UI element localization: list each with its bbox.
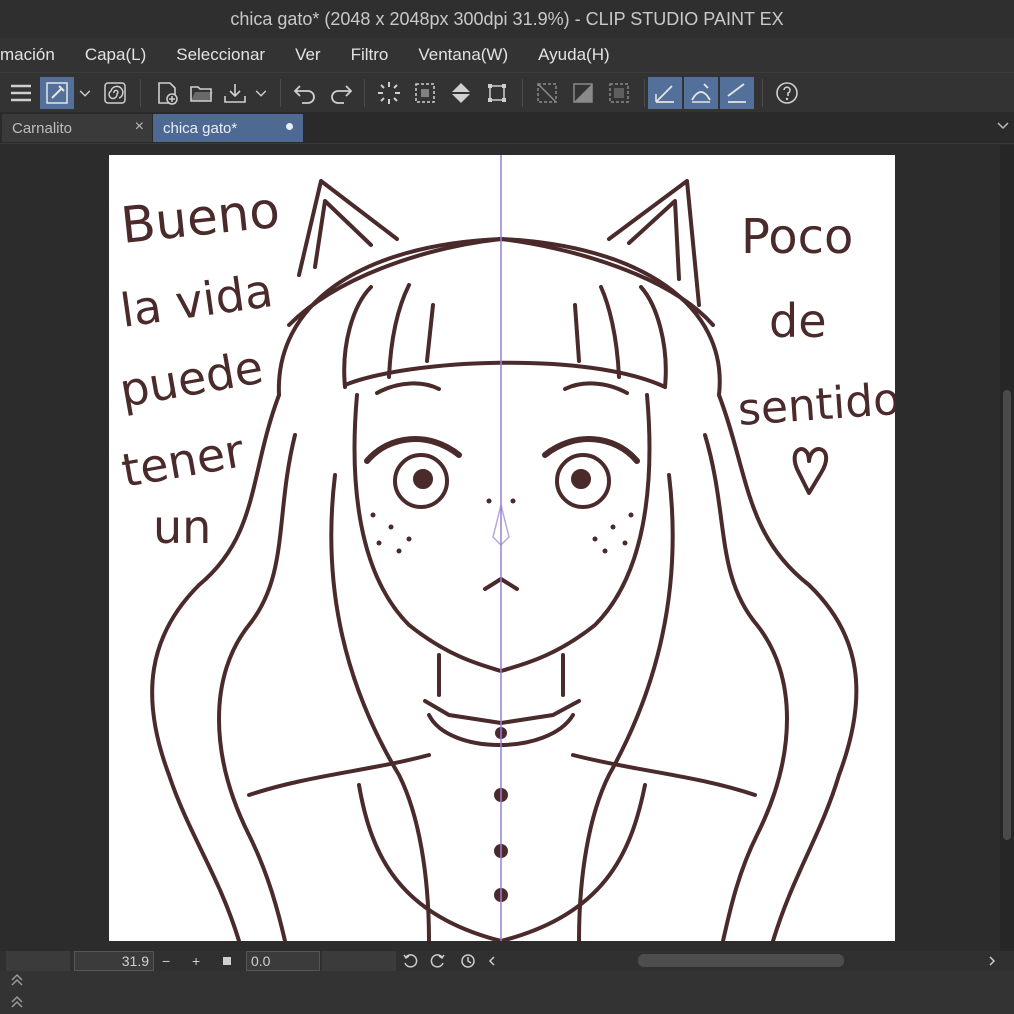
canvas-workspace[interactable]: Bueno la vida puede tener un Poco de sen… [0, 145, 1000, 951]
double-chevron-up-icon[interactable] [10, 995, 24, 1012]
undo-icon[interactable] [288, 77, 322, 109]
rotation-slider[interactable] [322, 951, 396, 971]
zoom-slider[interactable] [6, 951, 70, 971]
menu-item-ver[interactable]: Ver [295, 45, 321, 65]
menu-bar: mación Capa(L) Seleccionar Ver Filtro Ve… [0, 38, 1014, 72]
menu-item-filtro[interactable]: Filtro [351, 45, 389, 65]
spiral-icon[interactable] [98, 77, 132, 109]
selection-border-icon[interactable] [602, 77, 636, 109]
snap-ruler-icon[interactable] [648, 77, 682, 109]
snap-grid-icon[interactable] [720, 77, 754, 109]
help-icon[interactable] [770, 77, 804, 109]
zoom-value: 31.9 [121, 953, 149, 969]
snap-special-ruler-icon[interactable] [684, 77, 718, 109]
handwritten-text: tener [118, 423, 248, 498]
reset-rotation-icon[interactable] [460, 951, 476, 971]
handwritten-text: Poco [741, 209, 853, 265]
handwritten-text: de [769, 294, 827, 348]
rotate-right-icon[interactable] [430, 951, 446, 971]
horizontal-scrollbar-thumb[interactable] [638, 954, 844, 967]
heart-doodle [792, 447, 829, 495]
zoom-out-button[interactable]: − [162, 951, 170, 971]
transform-icon[interactable] [480, 77, 514, 109]
document-tab-bar: Carnalito × chica gato* [0, 112, 1014, 144]
tab-label: chica gato* [163, 119, 238, 137]
sketch-artwork: Bueno la vida puede tener un Poco de sen… [116, 155, 895, 941]
drawing-canvas[interactable]: Bueno la vida puede tener un Poco de sen… [109, 155, 895, 941]
chevron-down-icon[interactable] [76, 77, 94, 109]
handwritten-text: puede [116, 340, 267, 418]
vertical-scrollbar[interactable] [1000, 145, 1014, 951]
menu-item-seleccionar[interactable]: Seleccionar [176, 45, 265, 65]
scroll-left-icon[interactable] [486, 951, 498, 971]
zoom-in-button[interactable]: + [192, 951, 200, 971]
unsaved-dot-icon [286, 123, 293, 130]
chevron-down-icon[interactable] [252, 77, 270, 109]
redo-icon[interactable] [324, 77, 358, 109]
clear-selection-icon[interactable] [530, 77, 564, 109]
export-icon[interactable] [218, 77, 252, 109]
open-folder-icon[interactable] [184, 77, 218, 109]
bottom-panel-bar [0, 971, 1014, 1014]
pen-tool-icon[interactable] [40, 77, 74, 109]
new-file-icon[interactable] [150, 77, 184, 109]
menu-item-ventana[interactable]: Ventana(W) [418, 45, 508, 65]
window-title-bar: chica gato* (2048 x 2048px 300dpi 31.9%)… [0, 0, 1014, 38]
rotation-field[interactable]: 0.0 [246, 951, 320, 971]
status-bar: 31.9 − + 0.0 [0, 951, 1014, 971]
window-title: chica gato* (2048 x 2048px 300dpi 31.9%)… [230, 8, 784, 29]
handwritten-text: sentido [736, 374, 895, 436]
rotate-left-icon[interactable] [402, 951, 418, 971]
double-chevron-up-icon[interactable] [10, 973, 24, 990]
menu-item-ayuda[interactable]: Ayuda(H) [538, 45, 610, 65]
menu-item-capa[interactable]: Capa(L) [85, 45, 146, 65]
loading-sun-icon[interactable] [372, 77, 406, 109]
scrollbar-thumb[interactable] [1003, 390, 1011, 840]
fill-bucket-icon[interactable] [444, 77, 478, 109]
handwritten-text: un [153, 500, 211, 554]
close-icon[interactable]: × [135, 118, 144, 136]
chevron-down-icon[interactable] [996, 118, 1010, 137]
tab-label: Carnalito [12, 119, 73, 137]
scroll-right-icon[interactable] [986, 951, 998, 971]
tab-chica-gato[interactable]: chica gato* [153, 114, 303, 142]
handwritten-text: la vida [117, 263, 276, 338]
zoom-field[interactable]: 31.9 [74, 951, 154, 971]
tab-carnalito[interactable]: Carnalito × [2, 114, 152, 142]
handwritten-text: Bueno [118, 181, 282, 255]
fit-icon[interactable] [222, 951, 232, 971]
rotation-value: 0.0 [251, 953, 271, 969]
select-all-icon[interactable] [408, 77, 442, 109]
menu-item-animacion[interactable]: mación [0, 45, 55, 65]
menu-icon[interactable] [4, 77, 38, 109]
invert-selection-icon[interactable] [566, 77, 600, 109]
command-bar [0, 72, 1014, 112]
